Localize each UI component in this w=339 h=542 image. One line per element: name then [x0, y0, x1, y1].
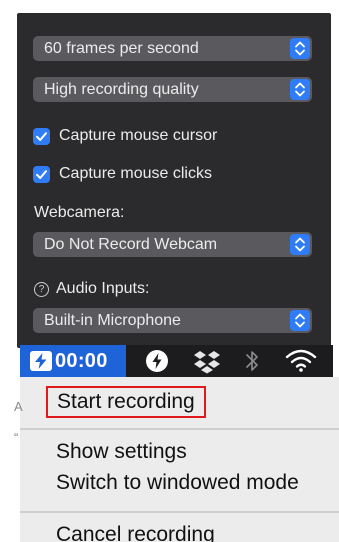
chevron-updown-icon[interactable]	[290, 79, 310, 100]
wifi-icon[interactable]	[284, 345, 318, 377]
background-text-fragment: “	[14, 430, 19, 445]
chevron-updown-icon[interactable]	[290, 310, 310, 331]
audio-inputs-label: Audio Inputs:	[56, 280, 150, 297]
webcam-select[interactable]: Do Not Record Webcam	[33, 232, 312, 257]
audio-inputs-label-row: ? Audio Inputs:	[34, 279, 149, 299]
background-text-fragment: A	[14, 399, 23, 414]
help-icon[interactable]: ?	[34, 282, 49, 297]
framerate-select-value: 60 frames per second	[44, 40, 199, 57]
menu-item-switch-windowed[interactable]: Switch to windowed mode	[56, 470, 299, 496]
chevron-updown-icon[interactable]	[290, 38, 310, 59]
quality-select[interactable]: High recording quality	[33, 77, 312, 102]
audio-input-select[interactable]: Built-in Microphone	[33, 308, 312, 333]
settings-panel: 60 frames per second High recording qual…	[17, 13, 331, 348]
status-menu: Start recording Show settings Switch to …	[20, 377, 339, 542]
capture-clicks-checkbox[interactable]	[33, 166, 50, 183]
webcam-select-value: Do Not Record Webcam	[44, 236, 218, 253]
framerate-select[interactable]: 60 frames per second	[33, 36, 312, 61]
chevron-updown-icon[interactable]	[290, 234, 310, 255]
recording-time: 00:00	[55, 350, 108, 372]
audio-input-select-value: Built-in Microphone	[44, 312, 181, 329]
webcam-label: Webcamera:	[34, 204, 125, 221]
capture-clicks-label: Capture mouse clicks	[59, 165, 212, 182]
menu-item-start-recording[interactable]: Start recording	[46, 386, 206, 418]
menu-separator	[20, 428, 339, 430]
stage: 60 frames per second High recording qual…	[0, 0, 339, 542]
dropbox-icon[interactable]	[192, 345, 222, 377]
menu-separator	[20, 511, 339, 513]
menu-item-show-settings[interactable]: Show settings	[56, 439, 187, 465]
capture-cursor-checkbox[interactable]	[33, 128, 50, 145]
recorder-logo-icon	[30, 351, 52, 371]
menu-bar: 00:00	[20, 345, 333, 377]
quality-select-value: High recording quality	[44, 81, 199, 98]
flash-icon[interactable]	[143, 345, 171, 377]
recording-status-item[interactable]: 00:00	[20, 345, 126, 377]
bluetooth-icon[interactable]	[243, 345, 261, 377]
menu-item-cancel-recording[interactable]: Cancel recording	[56, 522, 215, 542]
capture-cursor-label: Capture mouse cursor	[59, 127, 218, 144]
